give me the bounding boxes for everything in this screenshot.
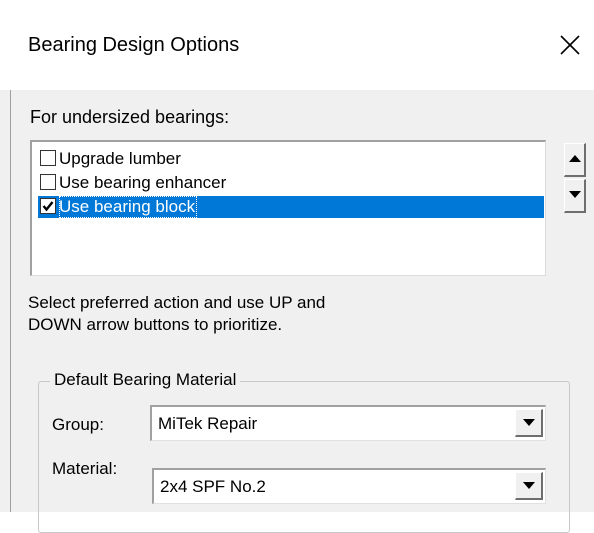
window-title: Bearing Design Options (28, 34, 240, 56)
default-bearing-material-legend: Default Bearing Material (50, 369, 241, 391)
title-bar: Bearing Design Options (0, 0, 594, 90)
prioritize-hint: Select preferred action and use UP and D… (28, 292, 448, 336)
arrow-down-icon (569, 191, 581, 198)
list-item-use-bearing-block[interactable]: Use bearing block (38, 196, 544, 218)
use-bearing-block-checkbox[interactable] (40, 198, 56, 214)
chevron-down-icon (523, 482, 535, 489)
material-dropdown-button[interactable] (515, 472, 543, 500)
list-item-label: Upgrade lumber (59, 149, 181, 168)
checkmark-icon (42, 201, 54, 212)
material-label: Material: (52, 459, 118, 478)
list-item-upgrade-lumber[interactable]: Upgrade lumber (38, 148, 544, 170)
group-label: Group: (52, 415, 104, 434)
move-down-button[interactable] (564, 179, 586, 213)
close-icon (560, 35, 580, 55)
upgrade-lumber-checkbox[interactable] (40, 150, 56, 166)
bearing-design-options-dialog: Bearing Design Options For undersized be… (0, 0, 594, 533)
chevron-down-icon (523, 419, 535, 426)
undersized-bearings-label: For undersized bearings: (30, 107, 230, 127)
group-dropdown-button[interactable] (515, 409, 543, 437)
hint-line-2: DOWN arrow buttons to prioritize. (28, 315, 283, 334)
list-item-label: Use bearing block (59, 196, 198, 218)
group-select[interactable]: MiTek Repair (150, 405, 546, 441)
use-bearing-enhancer-checkbox[interactable] (40, 174, 56, 190)
move-up-button[interactable] (564, 143, 586, 177)
list-item-label: Use bearing enhancer (59, 173, 227, 192)
material-select[interactable]: 2x4 SPF No.2 (152, 468, 546, 504)
arrow-up-icon (569, 155, 581, 162)
material-select-value: 2x4 SPF No.2 (160, 477, 266, 496)
list-item-use-bearing-enhancer[interactable]: Use bearing enhancer (38, 172, 544, 194)
default-bearing-material-group (38, 381, 570, 533)
group-select-value: MiTek Repair (158, 414, 258, 433)
undersized-actions-list[interactable]: Upgrade lumber Use bearing enhancer Use … (30, 140, 546, 276)
close-button[interactable] (546, 22, 592, 68)
window-left-edge (10, 90, 11, 512)
hint-line-1: Select preferred action and use UP and (28, 293, 326, 312)
